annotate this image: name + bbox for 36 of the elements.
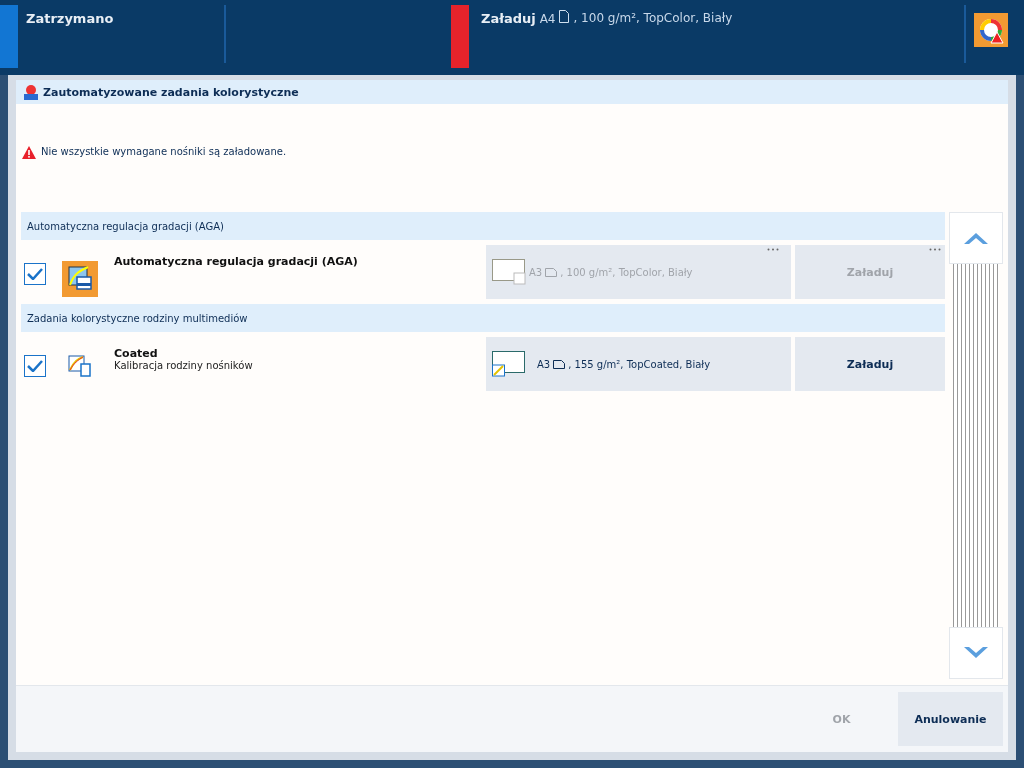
media-panel[interactable]: A3 , 155 g/m², TopCoated, Biały [486,337,791,391]
warning-message: Nie wszystkie wymagane nośniki są załadowane. [41,146,287,157]
status-indicator [0,5,18,68]
landscape-page-icon [545,267,558,277]
media-description: , 100 g/m², TopColor, Biały [560,266,693,278]
page-icon [559,10,570,23]
load-message: Załaduj A4 [481,11,556,26]
task-description: Kalibracja rodziny nośników [114,360,254,371]
more-icon [929,248,941,251]
printer-status: Zatrzymano [26,11,114,26]
media-tray-icon [492,259,526,285]
group-header: Automatyczna regulacja gradacji (AGA) [21,212,945,240]
dialog-title: Zautomatyzowane zadania kolorystyczne [43,85,299,99]
chevron-down-icon [964,647,988,659]
media-size: A3 [537,358,551,370]
auto-color-icon [23,84,39,100]
load-media-text: , 100 g/m², TopColor, Biały [573,11,733,25]
warning-icon [22,146,36,159]
scroll-down-button[interactable] [949,627,1003,679]
media-size: A3 [529,266,543,278]
task-name: Automatyczna regulacja gradacji (AGA) [114,255,359,268]
alert-indicator [451,5,469,68]
media-description: , 155 g/m², TopCoated, Biały [568,358,711,370]
task-name: Coated [114,347,159,360]
calibration-curve-icon [68,353,92,377]
group-header: Zadania kolorystyczne rodziny multimediów [21,304,945,332]
dialog-button[interactable]: Anulowanie [898,692,1003,746]
landscape-page-icon [553,359,566,369]
load-button[interactable]: Załaduj [795,337,945,391]
scroll-up-button[interactable] [949,212,1003,264]
more-icon [767,248,779,251]
calibration-printer-icon [62,261,98,297]
checkbox[interactable] [24,355,46,377]
color-warning-button[interactable] [974,13,1008,47]
chevron-up-icon [964,232,988,244]
media-tray-icon [492,351,526,377]
